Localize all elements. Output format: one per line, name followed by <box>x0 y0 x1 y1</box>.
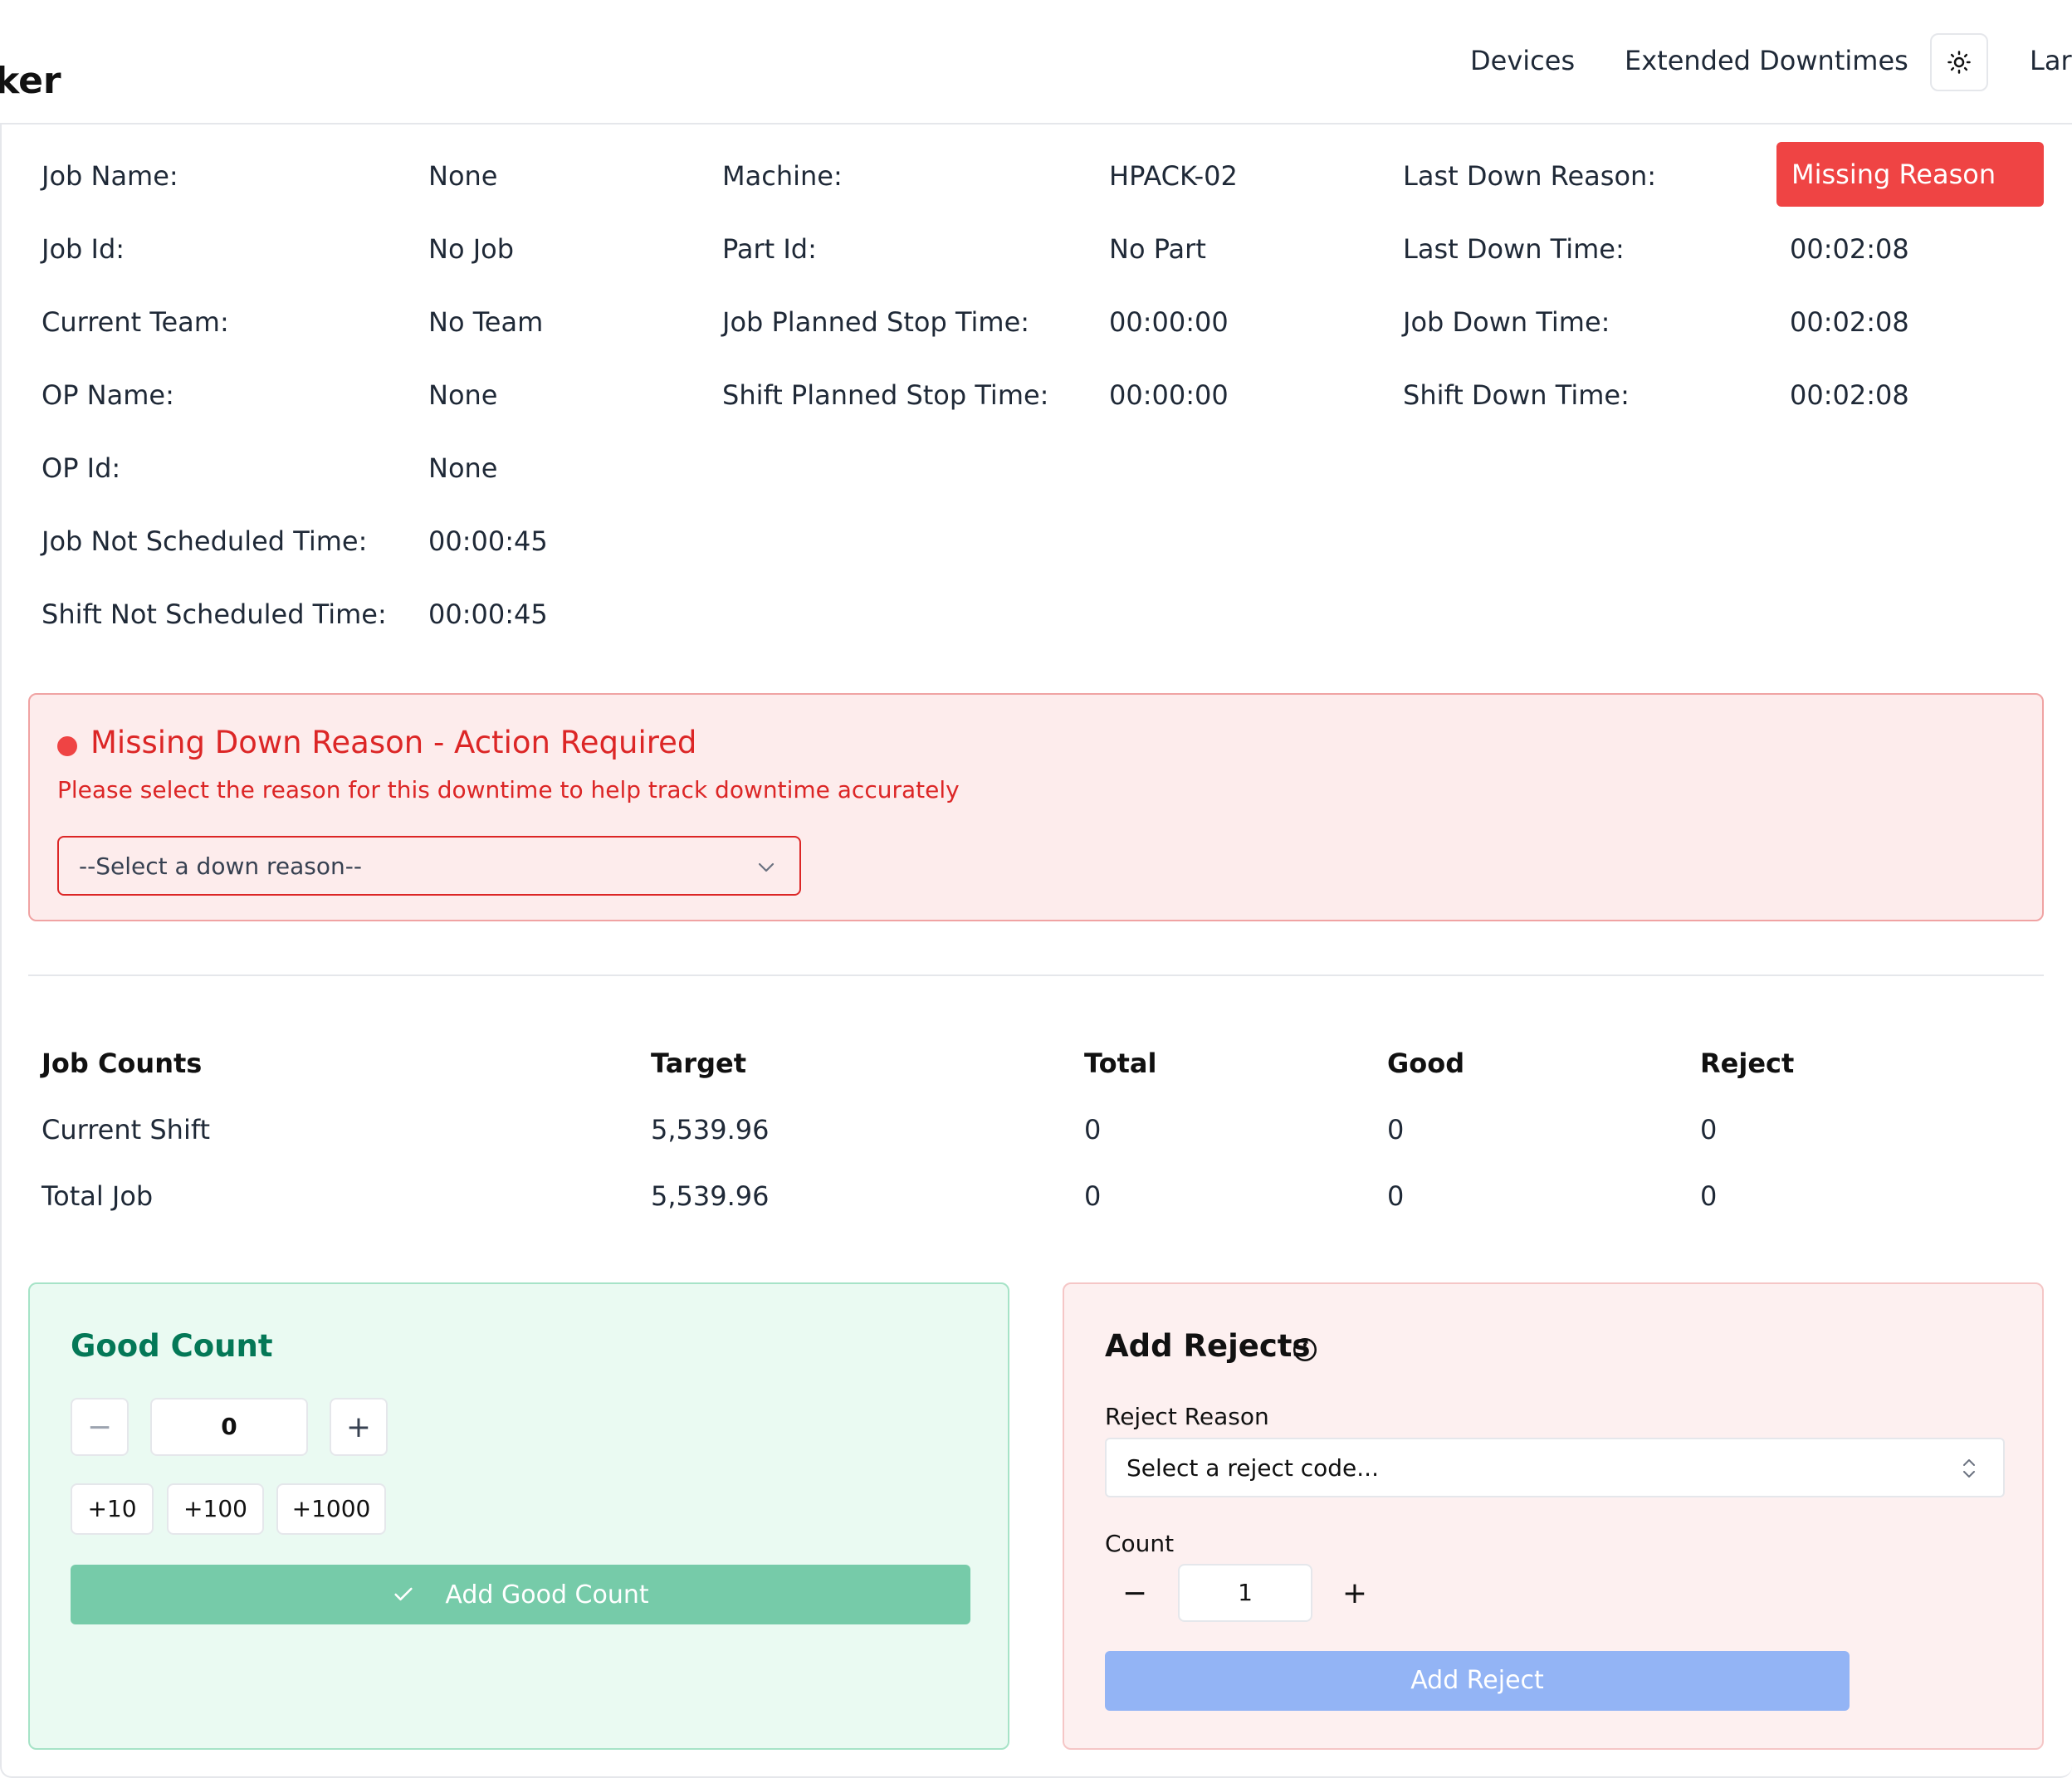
add-rejects-title: Add Rejects <box>1105 1328 1311 1364</box>
down-reason-placeholder: --Select a down reason-- <box>79 852 362 880</box>
last-down-reason-badge: Missing Reason <box>1776 142 2044 207</box>
nav-large-mode[interactable]: Larg <box>2030 45 2072 76</box>
good-count-input[interactable]: 0 <box>150 1398 308 1456</box>
last-down-reason-label: Last Down Reason: <box>1403 160 1657 192</box>
total-job-target: 5,539.96 <box>651 1180 770 1212</box>
col-header-job-counts: Job Counts <box>42 1048 203 1079</box>
alert-subtitle: Please select the reason for this downti… <box>57 776 960 804</box>
op-id-label: OP Id: <box>42 452 121 484</box>
good-count-panel: Good Count − 0 + +10 +100 +1000 Add Good… <box>28 1282 1009 1750</box>
shift-not-scheduled-label: Shift Not Scheduled Time: <box>42 598 387 630</box>
section-divider <box>28 974 2044 976</box>
nav-devices[interactable]: Devices <box>1470 45 1575 76</box>
total-job-reject: 0 <box>1700 1180 1718 1212</box>
reject-count-label: Count <box>1105 1530 1175 1557</box>
chevron-down-icon <box>758 862 775 872</box>
good-increment-button[interactable]: + <box>330 1398 388 1456</box>
job-down-time-value: 00:02:08 <box>1790 306 1909 338</box>
reject-decrement-button[interactable]: − <box>1114 1572 1156 1614</box>
job-down-time-label: Job Down Time: <box>1403 306 1610 338</box>
job-id-value: No Job <box>428 233 515 265</box>
chevron-up-down-icon <box>1963 1459 1975 1478</box>
current-team-value: No Team <box>428 306 544 338</box>
total-job-total: 0 <box>1084 1180 1102 1212</box>
current-shift-reject: 0 <box>1700 1114 1718 1145</box>
nav-extended-downtimes[interactable]: Extended Downtimes <box>1625 45 1908 76</box>
shift-not-scheduled-value: 00:00:45 <box>428 598 548 630</box>
good-decrement-button[interactable]: − <box>71 1398 129 1456</box>
part-id-value: No Part <box>1109 233 1206 265</box>
job-name-value: None <box>428 160 498 192</box>
add-reject-button[interactable]: Add Reject <box>1105 1651 1850 1711</box>
alert-dot-icon <box>57 736 77 756</box>
op-name-label: OP Name: <box>42 379 174 411</box>
job-planned-stop-value: 00:00:00 <box>1109 306 1229 338</box>
job-id-label: Job Id: <box>42 233 125 265</box>
last-down-time-label: Last Down Time: <box>1403 233 1625 265</box>
current-shift-total: 0 <box>1084 1114 1102 1145</box>
shift-planned-stop-label: Shift Planned Stop Time: <box>722 379 1049 411</box>
shift-down-time-label: Shift Down Time: <box>1403 379 1630 411</box>
missing-reason-alert: Missing Down Reason - Action Required Pl… <box>28 693 2044 921</box>
add-100-button[interactable]: +100 <box>167 1483 264 1535</box>
machine-label: Machine: <box>722 160 843 192</box>
reject-reason-label: Reject Reason <box>1105 1403 1269 1430</box>
col-header-target: Target <box>651 1048 746 1079</box>
job-name-label: Job Name: <box>42 160 178 192</box>
add-10-button[interactable]: +10 <box>71 1483 154 1535</box>
shift-down-time-value: 00:02:08 <box>1790 379 1909 411</box>
job-not-scheduled-label: Job Not Scheduled Time: <box>42 525 368 557</box>
row-label-total-job: Total Job <box>42 1180 154 1212</box>
op-id-value: None <box>428 452 498 484</box>
row-label-current-shift: Current Shift <box>42 1114 211 1145</box>
col-header-total: Total <box>1084 1048 1157 1079</box>
reject-reason-placeholder: Select a reject code... <box>1126 1454 1379 1482</box>
col-header-good: Good <box>1387 1048 1465 1079</box>
app-brand[interactable]: ker <box>0 60 61 102</box>
current-team-label: Current Team: <box>42 306 229 338</box>
alert-title: Missing Down Reason - Action Required <box>90 725 697 760</box>
check-icon <box>394 1587 413 1601</box>
reject-count-input[interactable]: 1 <box>1178 1564 1312 1622</box>
reject-increment-button[interactable]: + <box>1334 1572 1376 1614</box>
down-reason-select[interactable]: --Select a down reason-- <box>57 836 801 896</box>
add-good-count-button[interactable]: Add Good Count <box>71 1565 970 1624</box>
good-count-title: Good Count <box>71 1328 273 1364</box>
reject-reason-select[interactable]: Select a reject code... <box>1105 1438 2005 1497</box>
shift-planned-stop-value: 00:00:00 <box>1109 379 1229 411</box>
col-header-reject: Reject <box>1700 1048 1795 1079</box>
job-not-scheduled-value: 00:00:45 <box>428 525 548 557</box>
op-name-value: None <box>428 379 498 411</box>
top-navbar: ker Devices Extended Downtimes Larg <box>0 0 2072 125</box>
add-rejects-panel: Add Rejects Reject Reason Select a rejec… <box>1063 1282 2044 1750</box>
total-job-good: 0 <box>1387 1180 1405 1212</box>
add-good-count-label: Add Good Count <box>445 1580 649 1609</box>
info-icon[interactable] <box>1291 1336 1319 1364</box>
job-planned-stop-label: Job Planned Stop Time: <box>722 306 1030 338</box>
current-shift-good: 0 <box>1387 1114 1405 1145</box>
current-shift-target: 5,539.96 <box>651 1114 770 1145</box>
theme-toggle-button[interactable] <box>1930 33 1988 91</box>
add-1000-button[interactable]: +1000 <box>276 1483 386 1535</box>
sun-icon <box>1947 51 1971 74</box>
last-down-time-value: 00:02:08 <box>1790 233 1909 265</box>
part-id-label: Part Id: <box>722 233 817 265</box>
machine-value: HPACK-02 <box>1109 160 1238 192</box>
